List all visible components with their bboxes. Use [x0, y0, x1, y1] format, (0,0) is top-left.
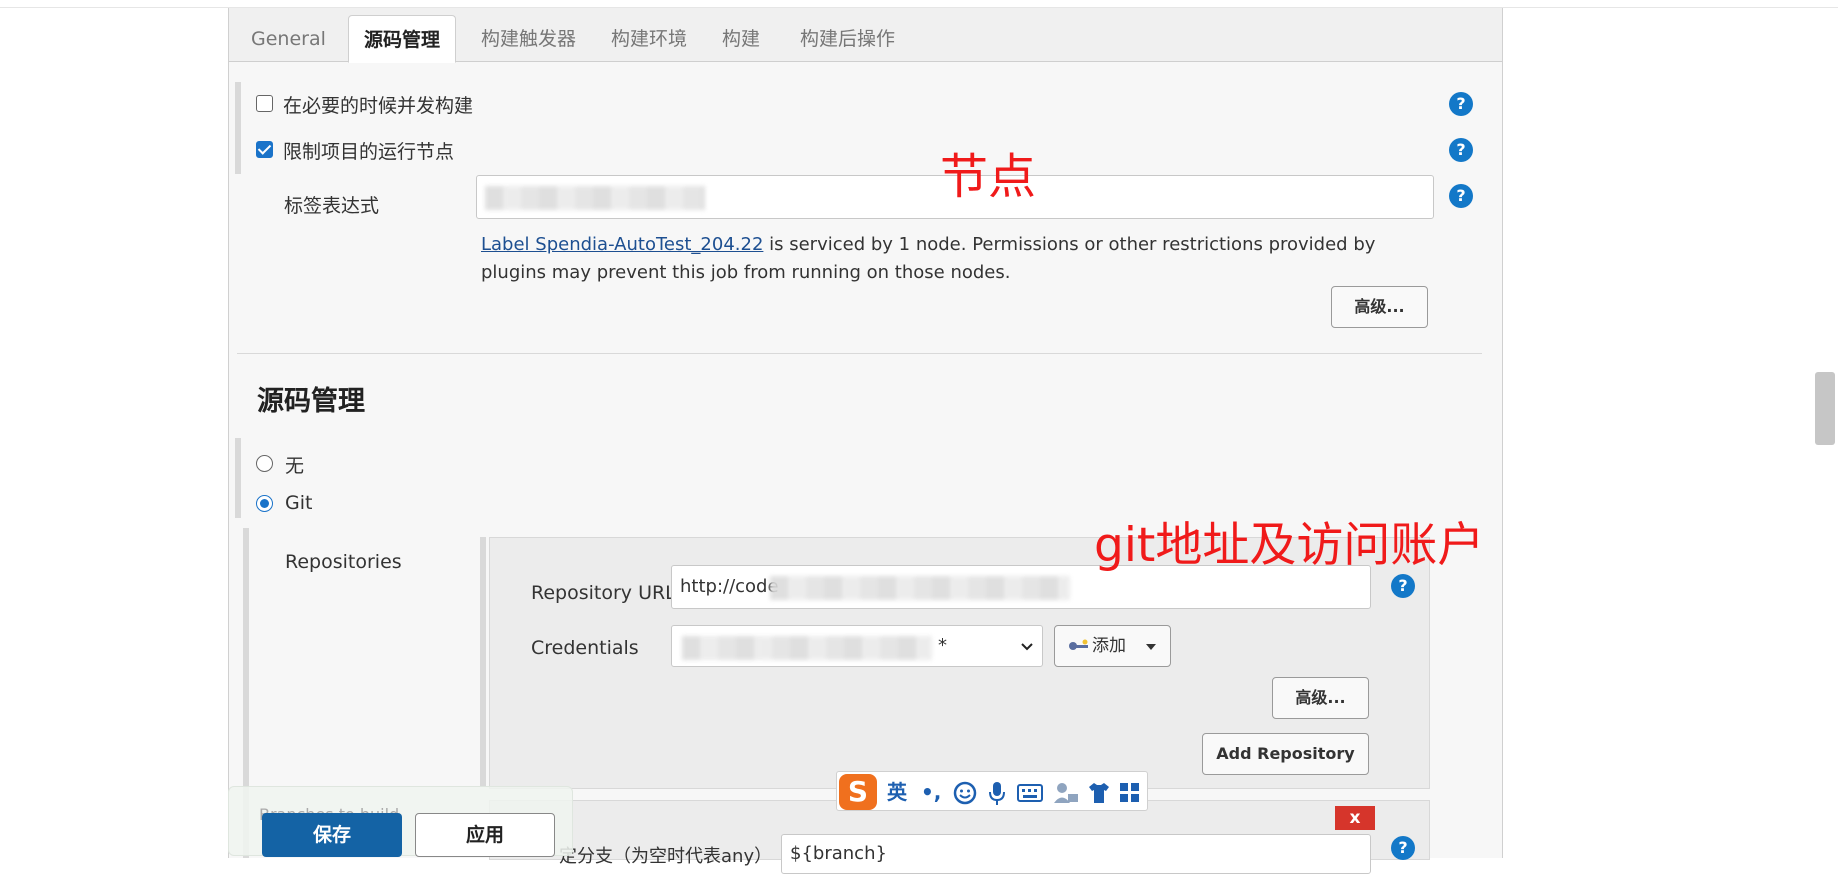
tab-bar: General 源码管理 构建触发器 构建环境 构建 构建后操作: [229, 8, 1502, 63]
config-panel: General 源码管理 构建触发器 构建环境 构建 构建后操作 在必要的时候并…: [228, 8, 1503, 874]
skin-icon[interactable]: [1087, 782, 1111, 804]
tab-build-env[interactable]: 构建环境: [596, 15, 702, 63]
tab-build[interactable]: 构建: [707, 15, 775, 63]
restrict-node-checkbox[interactable]: [256, 141, 273, 158]
microphone-icon[interactable]: [987, 780, 1007, 806]
tab-scm[interactable]: 源码管理: [348, 15, 457, 63]
restrict-node-label: 限制项目的运行节点: [283, 141, 455, 163]
save-bar: Branches to build 保存 应用: [228, 786, 573, 857]
add-label: 添加: [1092, 636, 1126, 656]
annotation-git: git地址及访问账户: [1094, 518, 1485, 573]
page-scrollbar[interactable]: [1815, 372, 1835, 445]
scm-git-label: Git: [285, 492, 313, 514]
chevron-down-icon: [1021, 643, 1033, 651]
save-button[interactable]: 保存: [262, 813, 402, 857]
repository-url-value: http://code: [680, 576, 779, 597]
toolbox-icon[interactable]: [1119, 782, 1141, 804]
repository-url-label: Repository URL: [531, 582, 676, 604]
ime-punctuation[interactable]: •,: [921, 776, 941, 808]
tab-general[interactable]: General: [236, 15, 341, 63]
ime-language[interactable]: 英: [887, 776, 907, 808]
key-icon: [1069, 639, 1088, 650]
repo-advanced-button[interactable]: 高级...: [1272, 677, 1369, 719]
add-repository-button[interactable]: Add Repository: [1202, 733, 1369, 775]
concurrent-build-checkbox[interactable]: [256, 95, 273, 112]
ime-toolbar: S 英 •,: [836, 771, 1148, 811]
scm-none-label: 无: [285, 455, 305, 477]
scm-group-bar: [235, 438, 241, 518]
scm-git-radio[interactable]: [256, 495, 273, 512]
option-group-bar: [235, 82, 241, 174]
caret-down-icon: [1146, 644, 1156, 650]
help-icon[interactable]: ?: [1449, 184, 1473, 208]
branch-label: 定分支（为空时代表any）: [559, 846, 773, 867]
advanced-button[interactable]: 高级...: [1331, 286, 1428, 328]
credentials-label: Credentials: [531, 637, 639, 659]
top-border: [0, 0, 1838, 8]
apply-button[interactable]: 应用: [415, 813, 555, 857]
help-icon[interactable]: ?: [1449, 92, 1473, 116]
help-icon[interactable]: ?: [1449, 138, 1473, 162]
ime-close-button[interactable]: x: [1335, 806, 1375, 830]
credentials-select[interactable]: *: [671, 625, 1043, 667]
keyboard-icon[interactable]: [1017, 783, 1043, 803]
repositories-label: Repositories: [285, 551, 402, 573]
section-divider: [237, 353, 1482, 354]
repositories-bar: [480, 537, 486, 787]
redacted-value: [682, 636, 932, 660]
branch-value: ${branch}: [790, 843, 887, 864]
label-description: Label Spendia-AutoTest_204.22 is service…: [481, 231, 1441, 287]
tab-build-triggers[interactable]: 构建触发器: [466, 15, 591, 63]
concurrent-build-label: 在必要的时候并发构建: [283, 95, 474, 117]
tab-post-build[interactable]: 构建后操作: [785, 15, 910, 63]
scm-none-radio[interactable]: [256, 455, 273, 472]
emoji-icon[interactable]: [953, 781, 977, 805]
sogou-logo[interactable]: S: [839, 774, 877, 810]
label-link[interactable]: Label Spendia-AutoTest_204.22: [481, 234, 763, 255]
branch-input[interactable]: ${branch}: [781, 834, 1371, 874]
help-icon[interactable]: ?: [1391, 574, 1415, 598]
user-tools-icon[interactable]: [1053, 782, 1079, 804]
redacted-value: [770, 576, 1070, 600]
help-icon[interactable]: ?: [1391, 836, 1415, 860]
credentials-value: *: [938, 635, 947, 656]
annotation-node: 节点: [940, 149, 1037, 205]
redacted-value: [485, 186, 705, 210]
label-expression-label: 标签表达式: [284, 195, 380, 217]
scm-section-title: 源码管理: [257, 386, 365, 417]
add-credentials-button[interactable]: 添加: [1054, 625, 1171, 667]
